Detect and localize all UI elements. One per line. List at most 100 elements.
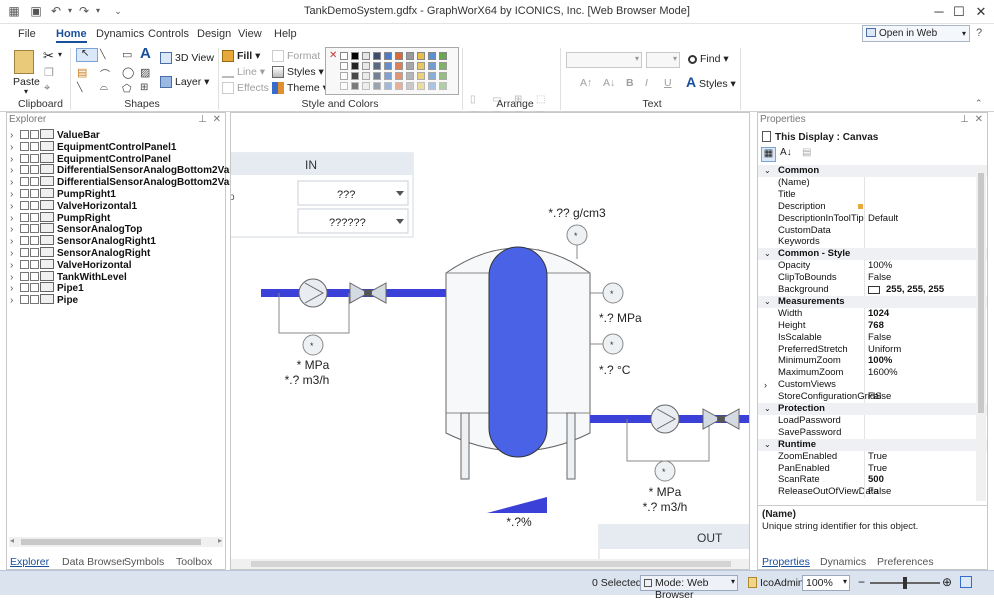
scrollbar-thumb[interactable]	[21, 539, 201, 545]
property-row[interactable]: CustomData	[758, 224, 987, 237]
tree-item[interactable]: › SensorAnalogTop	[10, 223, 142, 235]
tree-item[interactable]: › DifferentialSensorAnalogBottom2Value	[10, 176, 244, 188]
property-row[interactable]: Height 768	[758, 319, 987, 332]
property-row[interactable]: PanEnabled True	[758, 462, 987, 475]
lock-checkbox[interactable]	[30, 283, 39, 293]
tree-item[interactable]: › EquipmentControlPanel	[10, 152, 171, 165]
arrange-tool-icon[interactable]: ▯	[470, 94, 476, 105]
visibility-checkbox[interactable]	[20, 177, 29, 187]
format-painter-icon[interactable]: ⌖	[44, 82, 50, 95]
property-category[interactable]: ⌄ Protection	[758, 403, 987, 415]
paste-dropdown-icon[interactable]: ▾	[24, 87, 28, 96]
color-swatch[interactable]	[351, 52, 359, 60]
visibility-checkbox[interactable]	[20, 189, 29, 198]
mode-dropdown[interactable]: Mode: Web Browser ▾	[640, 575, 738, 601]
lock-checkbox[interactable]	[30, 236, 39, 246]
lock-checkbox[interactable]	[30, 259, 39, 269]
property-value[interactable]: 1600%	[868, 367, 898, 379]
color-swatch[interactable]	[395, 82, 403, 90]
property-row[interactable]: (Name)	[758, 176, 987, 189]
close-pane-icon[interactable]: ✕	[213, 113, 221, 127]
property-row[interactable]: ScanRate 500	[758, 474, 987, 487]
property-category[interactable]: ⌄ Common - Style	[758, 248, 987, 261]
menu-view[interactable]: View	[238, 28, 262, 40]
pin-icon[interactable]: ⊥	[960, 113, 969, 127]
zoom-combo[interactable]: 100% ▾	[802, 575, 850, 591]
tab-data-browser[interactable]: Data Browser	[62, 556, 126, 568]
zoom-out-icon[interactable]: −	[858, 575, 865, 589]
property-category[interactable]: ⌄ Measurements	[758, 295, 987, 308]
expand-icon[interactable]: ›	[764, 379, 767, 391]
color-swatch[interactable]	[406, 62, 414, 70]
close-button[interactable]: ✕	[966, 0, 994, 24]
property-row[interactable]: Width 1024	[758, 307, 987, 320]
property-row[interactable]: ClipToBounds False	[758, 272, 987, 285]
effects-button[interactable]: Effects ▾	[222, 82, 277, 95]
property-row[interactable]: › CustomViews	[758, 379, 987, 392]
property-value[interactable]: 1024	[868, 308, 889, 320]
rectangle-tool-icon[interactable]: ▭	[122, 48, 132, 61]
tab-explorer[interactable]: Explorer	[10, 556, 49, 568]
layer-button[interactable]: Layer ▾	[160, 76, 209, 89]
property-row[interactable]: SavePassword	[758, 426, 987, 439]
scroll-right-icon[interactable]: ▸	[218, 536, 222, 545]
collapse-ribbon-icon[interactable]: ⌃	[975, 98, 983, 109]
styles-button[interactable]: Styles ▾	[272, 66, 324, 79]
property-value[interactable]: Default	[868, 213, 898, 225]
tree-item[interactable]: › PumpRight	[10, 211, 110, 224]
property-row[interactable]: LoadPassword	[758, 414, 987, 427]
visibility-checkbox[interactable]	[20, 212, 29, 222]
open-in-web-browser-dropdown[interactable]: Open in Web Browser ▾	[862, 25, 970, 54]
color-swatch[interactable]	[351, 82, 359, 90]
collapse-icon[interactable]: ⌄	[764, 403, 771, 415]
help-icon[interactable]: ?	[976, 27, 982, 39]
tree-item[interactable]: › TankWithLevel	[10, 270, 127, 283]
visibility-checkbox[interactable]	[20, 283, 29, 293]
text-styles-button[interactable]: A Styles ▾	[686, 74, 736, 90]
color-swatch[interactable]	[406, 52, 414, 60]
property-value[interactable]: False	[868, 332, 891, 344]
cut-dropdown-icon[interactable]: ▾	[58, 50, 62, 59]
line-button[interactable]: Line ▾	[222, 66, 265, 79]
collapse-icon[interactable]: ⌄	[764, 165, 771, 177]
lock-checkbox[interactable]	[30, 248, 39, 257]
font-family-combo[interactable]: ▾	[566, 52, 642, 68]
polyline-tool-icon[interactable]: ⌒	[100, 66, 110, 81]
tree-item[interactable]: › ValveHorizontal1	[10, 199, 137, 212]
canvas-horizontal-scrollbar[interactable]	[231, 559, 749, 569]
scroll-left-icon[interactable]: ◂	[10, 536, 14, 545]
fit-to-window-icon[interactable]	[960, 576, 972, 588]
theme-button[interactable]: Theme ▾	[272, 82, 328, 95]
lock-checkbox[interactable]	[30, 212, 39, 222]
color-swatch[interactable]	[373, 72, 381, 80]
text-tool-icon[interactable]: A	[140, 45, 151, 62]
property-row[interactable]: PreferredStretch Uniform	[758, 343, 987, 356]
property-row[interactable]: Background 255, 255, 255	[758, 284, 987, 296]
property-category[interactable]: ⌄ Runtime	[758, 438, 987, 451]
menu-design[interactable]: Design	[197, 28, 231, 40]
cut-icon[interactable]: ✂	[43, 48, 54, 64]
visibility-checkbox[interactable]	[20, 130, 29, 139]
color-swatch[interactable]	[340, 72, 348, 80]
tree-item[interactable]: › SensorAnalogRight	[10, 247, 150, 259]
lock-checkbox[interactable]	[30, 189, 39, 198]
copy-icon[interactable]: ❐	[44, 66, 54, 79]
tree-item[interactable]: › SensorAnalogRight1	[10, 235, 156, 247]
close-pane-icon[interactable]: ✕	[975, 113, 983, 127]
property-scrollbar-thumb[interactable]	[978, 173, 984, 413]
color-swatch[interactable]	[351, 62, 359, 70]
property-pages-icon[interactable]: ▤	[802, 147, 811, 158]
expand-icon[interactable]: ›	[10, 295, 20, 307]
lock-checkbox[interactable]	[30, 271, 39, 281]
shrink-font-icon[interactable]: A↓	[603, 77, 615, 89]
alphabetical-icon[interactable]: A↓	[780, 147, 792, 158]
pin-icon[interactable]: ⊥	[198, 113, 207, 127]
color-swatch[interactable]	[439, 82, 447, 90]
color-swatch[interactable]	[373, 62, 381, 70]
horizontal-scrollbar[interactable]: ◂ ▸	[9, 536, 223, 547]
property-value[interactable]: Uniform	[868, 344, 901, 356]
arc-tool-icon[interactable]: ⌓	[100, 82, 108, 93]
tree-item[interactable]: › PumpRight1	[10, 188, 116, 200]
tab-toolbox[interactable]: Toolbox	[176, 556, 212, 568]
color-swatch[interactable]	[417, 52, 425, 60]
